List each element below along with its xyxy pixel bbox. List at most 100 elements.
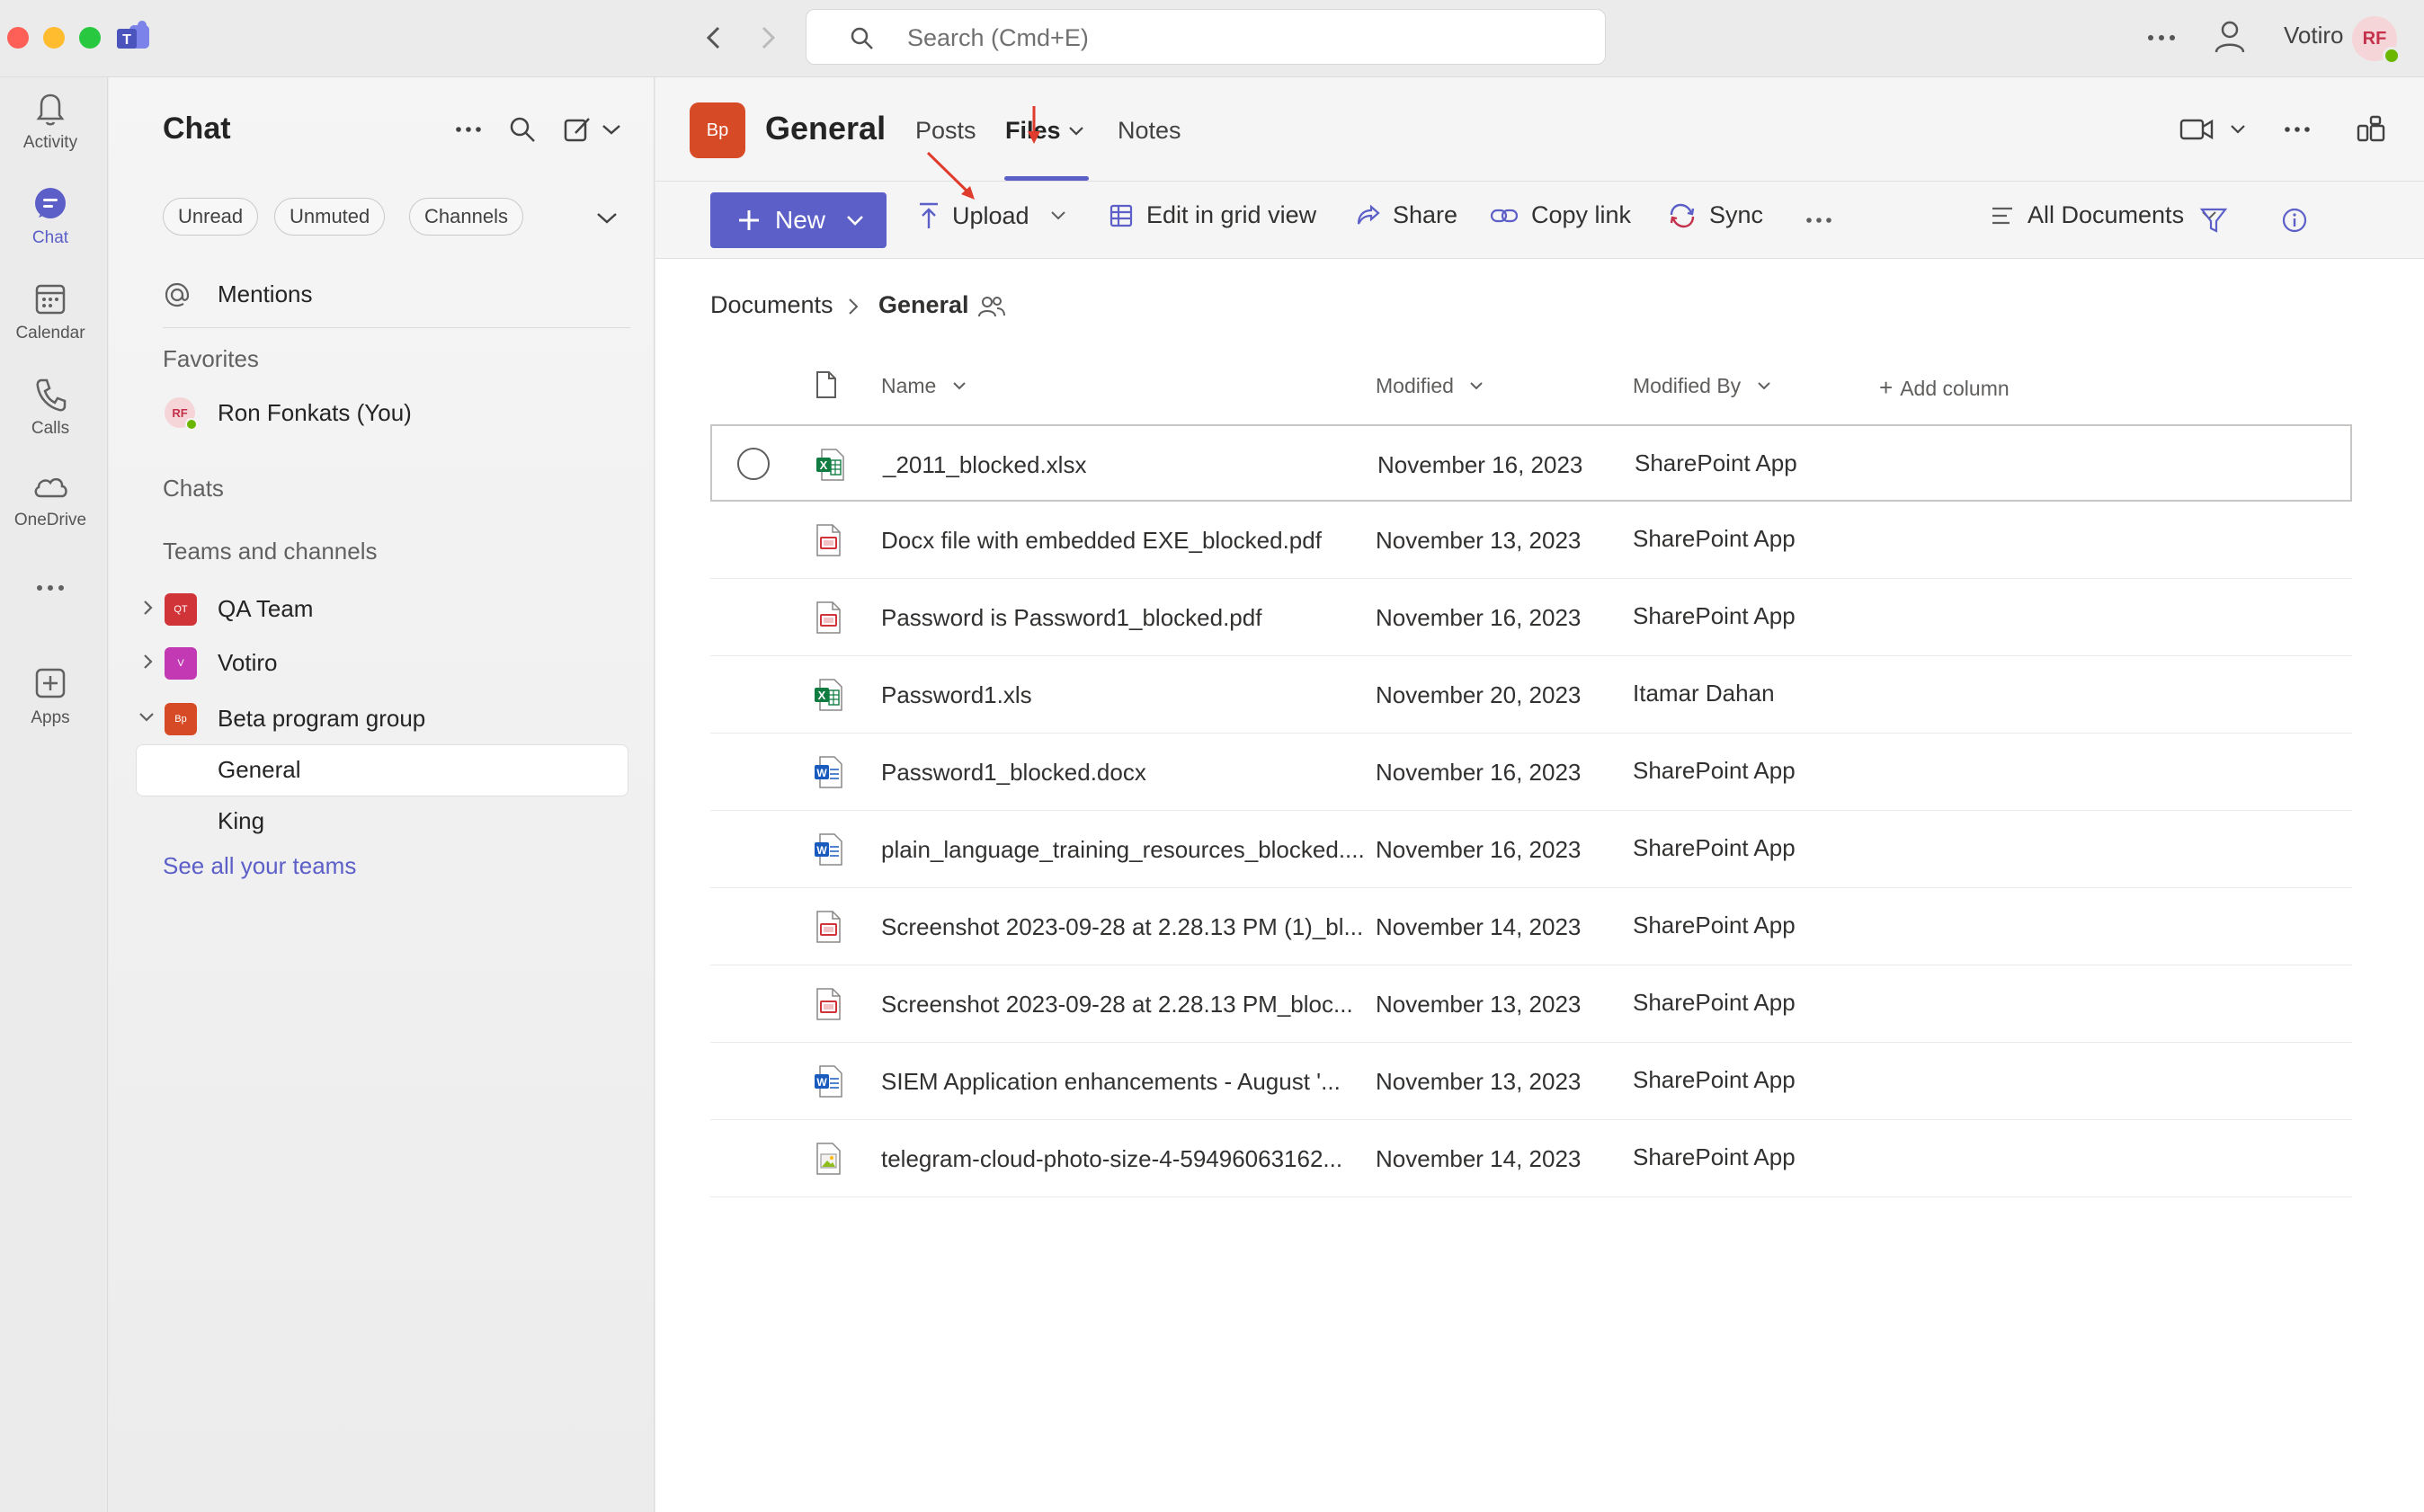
rail-item-calendar[interactable]: Calendar bbox=[0, 280, 101, 343]
favorite-item-user[interactable]: RF Ron Fonkats (You) bbox=[109, 397, 655, 442]
team-badge: QT bbox=[165, 593, 197, 626]
column-header-modified-by[interactable]: Modified By bbox=[1633, 374, 1772, 398]
file-modified-by: SharePoint App bbox=[1635, 449, 1797, 476]
svg-text:W: W bbox=[816, 1076, 827, 1089]
rail-item-onedrive[interactable]: OneDrive bbox=[0, 467, 101, 530]
channel-item-general[interactable]: General bbox=[136, 744, 628, 796]
file-name[interactable]: Screenshot 2023-09-28 at 2.28.13 PM (1)_… bbox=[881, 913, 1363, 941]
teams-header[interactable]: Teams and channels bbox=[163, 538, 377, 565]
file-icon bbox=[813, 523, 843, 562]
rail-item-calls[interactable]: Calls bbox=[0, 376, 101, 439]
file-row[interactable]: telegram-cloud-photo-size-4-59496063162.… bbox=[710, 1120, 2352, 1197]
chat-pane-title: Chat bbox=[163, 111, 231, 146]
plus-icon: + bbox=[1879, 374, 1894, 401]
file-row[interactable]: Screenshot 2023-09-28 at 2.28.13 PM_bloc… bbox=[710, 965, 2352, 1043]
search-icon[interactable] bbox=[506, 113, 539, 146]
file-row[interactable]: W SIEM Application enhancements - August … bbox=[710, 1043, 2352, 1120]
teams-logo-icon: T bbox=[117, 21, 149, 49]
team-item-votiro[interactable]: V Votiro bbox=[109, 645, 655, 690]
filter-unread[interactable]: Unread bbox=[163, 198, 259, 236]
file-modified: November 13, 2023 bbox=[1376, 527, 1582, 554]
file-row[interactable]: Docx file with embedded EXE_blocked.pdf N… bbox=[710, 502, 2352, 579]
rail-item-activity[interactable]: Activity bbox=[0, 90, 101, 153]
chevron-down-icon[interactable] bbox=[600, 113, 623, 146]
see-all-teams-link[interactable]: See all your teams bbox=[109, 847, 655, 888]
file-icon bbox=[813, 987, 843, 1026]
add-column-button[interactable]: + Add column bbox=[1879, 374, 2010, 402]
team-name: Beta program group bbox=[218, 705, 426, 732]
file-row[interactable]: X _2011_blocked.xlsx November 16, 2023 Shar… bbox=[710, 424, 2352, 502]
more-icon bbox=[37, 585, 64, 591]
file-name[interactable]: Docx file with embedded EXE_blocked.pdf bbox=[881, 527, 1322, 555]
file-name[interactable]: Password1.xls bbox=[881, 681, 1032, 709]
team-item-beta-program-group[interactable]: Bp Beta program group bbox=[109, 701, 655, 746]
rail-item-apps[interactable]: Apps bbox=[0, 665, 101, 728]
file-name[interactable]: Screenshot 2023-09-28 at 2.28.13 PM_bloc… bbox=[881, 991, 1353, 1018]
file-row[interactable]: Screenshot 2023-09-28 at 2.28.13 PM (1)_… bbox=[710, 888, 2352, 965]
column-header-modified[interactable]: Modified bbox=[1376, 374, 1484, 398]
svg-text:W: W bbox=[816, 767, 827, 779]
row-select-radio[interactable] bbox=[737, 448, 770, 480]
file-row[interactable]: Wplain_language_training_resources_block… bbox=[710, 811, 2352, 888]
file-name[interactable]: Password1_blocked.docx bbox=[881, 759, 1146, 787]
rail-item-more[interactable] bbox=[0, 581, 101, 600]
team-badge: Bp bbox=[165, 703, 197, 735]
chevron-down-icon[interactable] bbox=[594, 207, 619, 228]
team-name: QA Team bbox=[218, 595, 314, 622]
file-row[interactable]: Password is Password1_blocked.pdf Novembe… bbox=[710, 579, 2352, 656]
channel-item-king[interactable]: King bbox=[109, 804, 655, 845]
favorites-header[interactable]: Favorites bbox=[163, 345, 259, 373]
file-row[interactable]: X Password1.xls November 20, 2023 Itamar Da… bbox=[710, 656, 2352, 734]
breadcrumb-root[interactable]: Documents bbox=[710, 291, 833, 319]
file-modified: November 16, 2023 bbox=[1376, 759, 1582, 786]
file-icon: W bbox=[813, 755, 843, 794]
excel-file-icon: X bbox=[816, 449, 844, 481]
annotation-arrows bbox=[926, 106, 1040, 200]
column-header-name[interactable]: Name bbox=[881, 374, 967, 398]
file-name[interactable]: telegram-cloud-photo-size-4-59496063162.… bbox=[881, 1145, 1342, 1173]
team-badge: V bbox=[165, 647, 197, 680]
filter-unmuted[interactable]: Unmuted bbox=[274, 198, 386, 236]
more-options-icon[interactable] bbox=[452, 113, 485, 146]
file-modified-by: SharePoint App bbox=[1633, 602, 1796, 629]
add-app-icon bbox=[35, 668, 66, 698]
column-modified-by-label: Modified By bbox=[1633, 374, 1742, 397]
minimize-window-button[interactable] bbox=[43, 27, 65, 49]
file-type-icon[interactable] bbox=[815, 370, 838, 399]
column-name-label: Name bbox=[881, 374, 937, 397]
file-name[interactable]: plain_language_training_resources_blocke… bbox=[881, 836, 1365, 864]
close-window-button[interactable] bbox=[7, 27, 29, 49]
rail-label: Chat bbox=[31, 228, 69, 247]
file-modified: November 20, 2023 bbox=[1376, 681, 1582, 708]
chevron-down-icon bbox=[953, 382, 966, 390]
channel-name: King bbox=[218, 807, 265, 834]
filter-channels[interactable]: Channels bbox=[409, 198, 523, 236]
divider bbox=[163, 327, 630, 328]
file-modified-by: SharePoint App bbox=[1633, 912, 1796, 938]
svg-text:W: W bbox=[816, 844, 827, 857]
cloud-icon bbox=[34, 477, 67, 498]
file-icon: X bbox=[813, 678, 843, 716]
file-modified: November 16, 2023 bbox=[1376, 836, 1582, 863]
rail-item-chat[interactable]: Chat bbox=[0, 185, 101, 248]
rail-label: Calendar bbox=[15, 324, 85, 342]
column-modified-label: Modified bbox=[1376, 374, 1454, 397]
file-name[interactable]: _2011_blocked.xlsx bbox=[883, 451, 1086, 479]
chevron-right-icon bbox=[849, 298, 859, 315]
file-name[interactable]: Password is Password1_blocked.pdf bbox=[881, 604, 1261, 632]
people-icon[interactable] bbox=[977, 293, 1006, 320]
file-modified-by: SharePoint App bbox=[1633, 989, 1796, 1016]
file-modified-by: SharePoint App bbox=[1633, 757, 1796, 784]
phone-icon bbox=[36, 378, 67, 412]
avatar: RF bbox=[165, 397, 198, 431]
maximize-window-button[interactable] bbox=[79, 27, 101, 49]
new-chat-icon[interactable] bbox=[562, 113, 594, 146]
team-item-qa-team[interactable]: QT QA Team bbox=[109, 591, 655, 636]
chats-header[interactable]: Chats bbox=[163, 475, 224, 503]
mentions-item[interactable]: Mentions bbox=[109, 277, 655, 322]
file-name[interactable]: SIEM Application enhancements - August '… bbox=[881, 1068, 1341, 1096]
chat-icon bbox=[35, 188, 66, 218]
file-list-header: Name Modified Modified By + Add column bbox=[710, 361, 2352, 412]
file-row[interactable]: W Password1_blocked.docx November 16, 2023… bbox=[710, 734, 2352, 811]
file-icon bbox=[813, 600, 843, 639]
